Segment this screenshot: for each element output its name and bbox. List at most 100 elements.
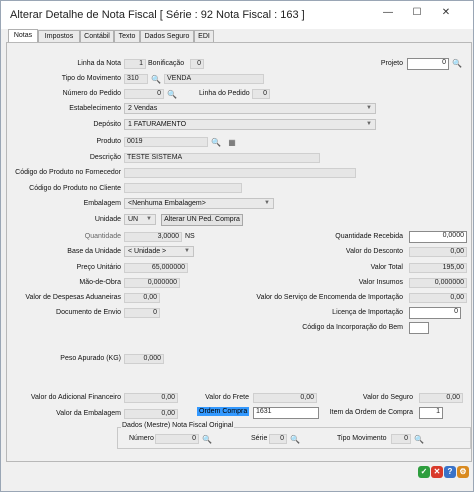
valor-seguro-field[interactable]: 0,00 [419,393,463,403]
num-pedido-field[interactable]: 0 [124,89,164,99]
linha-nota-label: Linha da Nota [77,60,121,67]
original-numero-label: Número [129,435,154,442]
ok-button[interactable]: ✓ [418,466,430,478]
original-tipo-mov-search-icon[interactable]: 🔍 [413,434,425,445]
deposito-value: 1 FATURAMENTO [128,121,187,128]
valor-frete-label: Valor do Frete [205,394,249,401]
unidade-select[interactable]: UN ▼ [124,214,156,225]
chevron-down-icon: ▼ [146,216,152,222]
documento-envio-label: Documento de Envio [56,309,121,316]
original-tipo-mov-field[interactable]: 0 [391,434,411,444]
linha-pedido-field[interactable]: 0 [252,89,270,99]
valor-desconto-label: Valor do Desconto [345,248,403,255]
tab-texto[interactable]: Texto [114,30,140,42]
licenca-importacao-input[interactable]: 0 [409,307,461,319]
chevron-down-icon: ▼ [366,105,372,111]
tipo-mov-label: Tipo do Movimento [61,75,121,82]
cod-cliente-field[interactable] [124,183,242,193]
mao-obra-field[interactable]: 0,000000 [124,278,180,288]
deposito-select[interactable]: 1 FATURAMENTO ▼ [124,119,376,130]
qtd-recebida-input[interactable]: 0,0000 [409,231,467,243]
adicional-financeiro-field[interactable]: 0,00 [124,393,178,403]
projeto-label: Projeto [380,60,403,67]
produto-label: Produto [96,138,121,145]
qtd-recebida-label: Quantidade Recebida [335,233,403,240]
cod-incorporacao-label: Código da Incorporação do Bem [302,324,403,331]
licenca-importacao-label: Licença de Importação [332,309,403,316]
tools-button[interactable]: ⚙ [457,466,469,478]
documento-envio-field[interactable]: 0 [124,308,160,318]
alterar-un-button[interactable]: Alterar UN Ped. Compra [161,214,243,226]
servico-importacao-label: Valor do Serviço de Encomenda de Importa… [256,294,403,301]
preco-unitario-label: Preço Unitário [76,264,121,271]
grid-icon[interactable]: ▦ [226,137,238,148]
minimize-button[interactable]: — [381,6,395,20]
valor-embalagem-field[interactable]: 0,00 [124,409,178,419]
tab-contabil[interactable]: Contábil [80,30,114,42]
valor-total-field: 195,00 [409,263,467,273]
chevron-down-icon: ▼ [366,121,372,127]
peso-apurado-label: Peso Apurado (KG) [60,355,121,362]
tab-impostos[interactable]: Impostos [38,30,80,42]
original-numero-field[interactable]: 0 [155,434,199,444]
chevron-down-icon: ▼ [184,248,190,254]
help-button[interactable]: ? [444,466,456,478]
nota-original-legend: Dados (Mestre) Nota Fiscal Original [121,421,235,430]
cod-fornecedor-field[interactable] [124,168,356,178]
estabelecimento-label: Estabelecimento [69,105,121,112]
notas-panel: Linha da Nota 1 Bonificação 0 Projeto 0 … [6,42,472,462]
tab-notas[interactable]: Notas [8,29,38,42]
descricao-label: Descrição [89,154,121,161]
servico-importacao-field[interactable]: 0,00 [409,293,467,303]
bonificacao-label: Bonificação [148,60,185,67]
despesas-aduaneiras-label: Valor de Despesas Aduaneiras [25,294,121,301]
adicional-financeiro-label: Valor do Adicional Financeiro [30,394,121,401]
num-pedido-label: Número do Pedido [62,90,121,97]
tab-dados-seguro[interactable]: Dados Seguro [140,30,194,42]
item-ordem-label: Item da Ordem de Compra [329,409,413,416]
deposito-label: Depósito [93,121,121,128]
tipo-mov-code-field[interactable]: 310 [124,74,148,84]
dialog-window: Alterar Detalhe de Nota Fiscal [ Série :… [0,0,474,492]
descricao-field[interactable]: TESTE SISTEMA [124,153,320,163]
cod-cliente-label: Código do Produto no Cliente [29,185,121,192]
unidade-value: UN [128,216,139,223]
projeto-search-icon[interactable]: 🔍 [451,58,463,69]
valor-insumos-field: 0,000000 [409,278,467,288]
cancel-button[interactable]: ✕ [431,466,443,478]
unidade-label: Unidade [94,216,121,223]
despesas-aduaneiras-field[interactable]: 0,00 [124,293,160,303]
cod-incorporacao-input[interactable] [409,322,429,334]
quantidade-label: Quantidade [84,233,121,240]
base-unidade-select[interactable]: < Unidade > ▼ [124,246,194,257]
original-tipo-mov-label: Tipo Movimento [337,435,387,442]
tipo-mov-name-field: VENDA [164,74,264,84]
original-numero-search-icon[interactable]: 🔍 [201,434,213,445]
preco-unitario-field[interactable]: 65,000000 [124,263,188,273]
produto-field[interactable]: 0019 [124,137,208,147]
original-serie-search-icon[interactable]: 🔍 [289,434,301,445]
peso-apurado-field: 0,000 [124,354,164,364]
valor-frete-field[interactable]: 0,00 [253,393,317,403]
tab-edi[interactable]: EDI [194,30,214,42]
valor-insumos-label: Valor Insumos [358,279,403,286]
quantidade-field: 3,0000 [124,232,182,242]
projeto-input[interactable]: 0 [407,58,449,70]
quantidade-unit: NS [185,233,195,240]
original-serie-field[interactable]: 0 [269,434,287,444]
embalagem-select[interactable]: <Nenhuma Embalagem> ▼ [124,198,274,209]
estabelecimento-select[interactable]: 2 Vendas ▼ [124,103,376,114]
valor-seguro-label: Valor do Seguro [362,394,413,401]
tipo-mov-search-icon[interactable]: 🔍 [150,74,162,85]
valor-embalagem-label: Valor da Embalagem [56,410,121,417]
ordem-compra-label: Ordem Compra [197,407,250,416]
item-ordem-input[interactable]: 1 [419,407,443,419]
ordem-compra-input[interactable]: 1631 [253,407,319,419]
maximize-button[interactable]: ☐ [410,6,424,20]
close-button[interactable]: ✕ [439,6,453,20]
produto-search-icon[interactable]: 🔍 [210,137,222,148]
embalagem-label: Embalagem [83,200,121,207]
num-pedido-search-icon[interactable]: 🔍 [166,89,178,100]
valor-desconto-field: 0,00 [409,247,467,257]
bonificacao-field: 0 [190,59,204,69]
